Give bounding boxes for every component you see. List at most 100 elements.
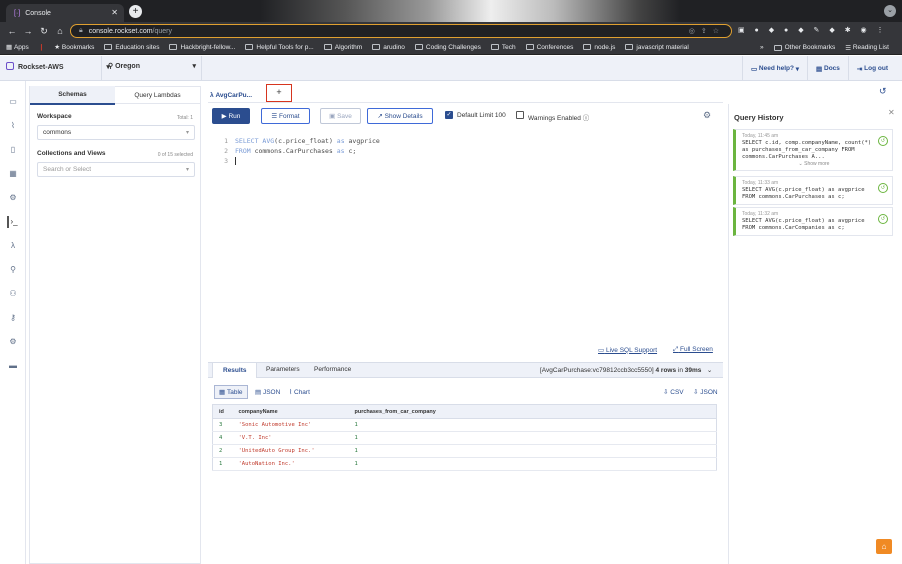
bookmark-bookmarks[interactable]: ★ Bookmarks — [54, 43, 94, 52]
bookmark-apps[interactable]: ▦ Apps — [6, 43, 29, 52]
cell-purchases: 1 — [348, 444, 717, 458]
query-editor-icon[interactable]: ›_ — [7, 216, 19, 228]
format-button[interactable]: ☰ Format — [261, 108, 310, 124]
view-json-button[interactable]: ▤ JSON — [250, 385, 285, 399]
bookmark-folder[interactable]: Education sites — [104, 44, 159, 51]
table-row: 4 'V.T. Inc' 1 — [212, 431, 717, 445]
rerun-icon[interactable]: ↺ — [878, 183, 888, 193]
default-limit-checkbox[interactable]: ✓ — [445, 111, 453, 119]
settings-icon[interactable]: ⚙ — [7, 336, 19, 348]
other-bookmarks[interactable]: Other Bookmarks — [773, 44, 835, 51]
close-tab-icon[interactable]: ✕ — [111, 8, 118, 17]
chat-icon: ▭ — [598, 347, 605, 354]
back-icon[interactable]: ← — [6, 26, 18, 36]
history-item[interactable]: Today, 11:32 am SELECT AVG(c.price_float… — [733, 207, 893, 236]
billing-icon[interactable]: ▬ — [7, 360, 19, 372]
forward-icon[interactable]: → — [22, 26, 34, 36]
plug-icon[interactable]: ⚲ — [7, 264, 19, 276]
gear-icon[interactable]: ⚙ — [7, 192, 19, 204]
tab-parameters[interactable]: Parameters — [256, 362, 310, 378]
reload-icon[interactable]: ↻ — [38, 26, 50, 37]
key-icon[interactable]: ⚷ — [7, 312, 19, 324]
view-table-button[interactable]: ▦ Table — [214, 385, 248, 399]
extension-icons[interactable]: ▣ ● ◆ ● ◆ ✎ ◆ ✱ ◉ ⋮ — [738, 26, 888, 34]
show-details-button[interactable]: ↗ Show Details — [367, 108, 433, 124]
rerun-icon[interactable]: ↺ — [878, 136, 888, 146]
tab-schemas[interactable]: Schemas — [30, 85, 115, 105]
save-icon: ▣ — [329, 113, 336, 120]
tab-query-lambdas[interactable]: Query Lambdas — [115, 87, 200, 104]
users-icon[interactable]: ⚇ — [7, 288, 19, 300]
tab-performance[interactable]: Performance — [304, 362, 361, 378]
more-bookmarks-icon[interactable]: » — [760, 44, 764, 51]
lambda-icon: λ — [210, 91, 214, 99]
add-tab-button[interactable]: + — [266, 84, 292, 102]
home-icon[interactable]: ⌂ — [54, 26, 66, 36]
docs-icon: ▤ — [816, 65, 823, 73]
line-number: 2 — [224, 147, 228, 155]
line-number: 1 — [224, 137, 228, 145]
region-selector[interactable]: ⚲ Oregon ▾ — [108, 62, 196, 70]
bookmark-folder[interactable]: arudino — [372, 44, 405, 51]
address-bar[interactable]: 🔒︎ console.rockset.com/query ◎⇪☆ — [70, 24, 732, 38]
book-icon[interactable]: ▯ — [7, 144, 19, 156]
history-item[interactable]: Today, 11:33 am SELECT AVG(c.price_float… — [733, 176, 893, 205]
column-header[interactable]: purchases_from_car_company — [348, 404, 717, 419]
bookmark-folder[interactable]: Coding Challenges — [414, 44, 481, 51]
tab-results[interactable]: Results — [212, 362, 258, 378]
query-tab[interactable]: λ AvgCarPu... — [210, 87, 262, 103]
need-help-menu[interactable]: ▭ Need help? ▾ — [741, 56, 807, 81]
show-more-link[interactable]: ⌄ Show more — [742, 161, 886, 167]
view-chart-button[interactable]: ⌇ Chart — [284, 385, 315, 399]
full-screen-link[interactable]: ⤢ Full Screen — [673, 346, 713, 354]
close-icon[interactable]: ✕ — [888, 108, 895, 117]
workspace-label: Workspace — [37, 113, 72, 120]
logout-button[interactable]: ⇥ Log out — [847, 56, 896, 81]
logout-icon: ⇥ — [856, 65, 863, 73]
warnings-checkbox[interactable] — [516, 111, 524, 119]
history-item[interactable]: Today, 11:45 am SELECT c.id, comp.compan… — [733, 129, 893, 171]
table-icon[interactable]: ▦ — [7, 168, 19, 180]
divider — [101, 56, 102, 81]
lambda-icon[interactable]: λ — [7, 240, 19, 252]
export-json-button[interactable]: ⇩ JSON — [688, 385, 723, 399]
bookmark-folder[interactable]: Conferences — [525, 44, 573, 51]
browser-tab[interactable]: [·] Console ✕ — [6, 4, 124, 22]
docs-link[interactable]: ▤ Docs — [807, 56, 848, 81]
live-sql-link[interactable]: ▭ Live SQL Support — [598, 346, 657, 355]
editor-settings-icon[interactable]: ⚙ — [703, 110, 711, 121]
history-toggle-icon[interactable]: ↺ — [879, 86, 887, 97]
divider — [201, 56, 202, 81]
run-button[interactable]: ▶ Run — [212, 108, 250, 124]
rerun-icon[interactable]: ↺ — [878, 214, 888, 224]
bookmark-folder[interactable]: Helpful Tools for p... — [245, 44, 314, 51]
bookmark-folder[interactable]: javascript material — [625, 44, 689, 51]
warnings-label: Warnings Enabled ⓘ — [528, 115, 590, 122]
browser-menu-icon[interactable]: ⌄ — [884, 5, 896, 17]
bookmark-folder[interactable]: node.js — [583, 44, 615, 51]
reading-list[interactable]: ☰ Reading List — [845, 44, 889, 52]
bookmark-folder[interactable]: Algorithm — [323, 44, 362, 51]
cell-id: 1 — [212, 457, 233, 471]
column-header[interactable]: companyName — [232, 404, 349, 419]
chevron-down-icon[interactable]: ⌄ — [707, 367, 712, 374]
collections-search[interactable]: Search or Select ▾ — [37, 162, 195, 177]
column-header[interactable]: id — [212, 404, 233, 419]
workspace-select[interactable]: commons ▾ — [37, 125, 195, 140]
org-selector[interactable]: Rockset-AWS ▾ — [6, 62, 110, 71]
cell-purchases: 1 — [348, 457, 717, 471]
monitor-icon[interactable]: ▭ — [7, 96, 19, 108]
collections-count: 0 of 15 selected — [157, 152, 193, 158]
sql-editor[interactable] — [208, 128, 723, 360]
download-icon: ⇩ — [663, 389, 669, 396]
bookmark-folder[interactable]: Hackbright-fellow... — [169, 44, 235, 51]
new-tab-button[interactable]: + — [129, 5, 142, 18]
home-icon[interactable]: ⌂ — [876, 539, 892, 554]
chart-icon[interactable]: ⌇ — [7, 120, 19, 132]
save-button[interactable]: ▣ Save — [320, 108, 361, 124]
url-host: console.rockset.com — [88, 27, 153, 35]
bookmark-folder[interactable]: Tech — [490, 44, 516, 51]
export-csv-button[interactable]: ⇩ CSV — [658, 385, 689, 399]
bookmark-pin[interactable]: ❙ — [39, 43, 44, 51]
cell-company: 'UnitedAuto Group Inc.' — [232, 444, 349, 458]
